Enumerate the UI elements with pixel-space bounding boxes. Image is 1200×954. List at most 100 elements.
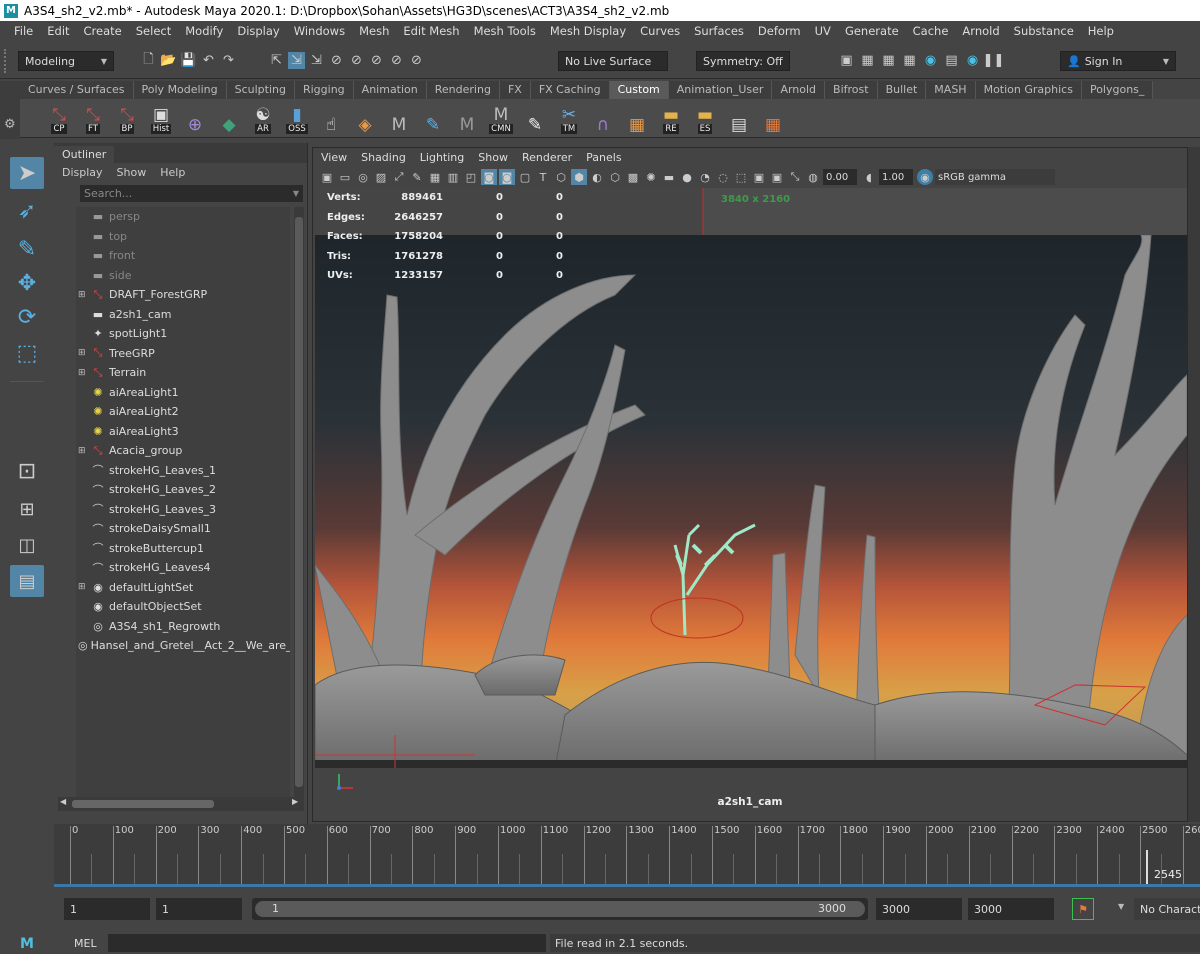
menu-edit[interactable]: Edit [47, 24, 69, 38]
textured-icon[interactable]: ▩ [625, 169, 641, 185]
snap-grid-icon[interactable]: ⊘ [328, 52, 345, 69]
xray-icon[interactable]: ▣ [751, 169, 767, 185]
hypershade-icon[interactable]: ◉ [922, 52, 939, 69]
viewport-panel[interactable]: View Shading Lighting Show Renderer Panels ▣ … [312, 147, 1188, 822]
outliner-item[interactable]: ▬ top [76, 227, 290, 247]
viewport-menu-panels[interactable]: Panels [586, 151, 621, 164]
shelf-tab-fx-caching[interactable]: FX Caching [530, 81, 610, 99]
outliner-item[interactable]: ▬ side [76, 266, 290, 286]
script-language-button[interactable]: MEL [68, 934, 108, 952]
shelf-tab-motion-graphics[interactable]: Motion Graphics [975, 81, 1082, 99]
outliner-item[interactable]: ✺ aiAreaLight2 [76, 402, 290, 422]
tm-icon[interactable]: ✂ TM [554, 102, 584, 134]
menu-uv[interactable]: UV [815, 24, 831, 38]
shelf-tab-arnold[interactable]: Arnold [772, 81, 826, 99]
m-icon[interactable]: M [384, 102, 414, 134]
smooth-shade-icon[interactable]: ⬢ [571, 169, 587, 185]
wireframe-icon[interactable]: ⬡ [553, 169, 569, 185]
gamma-icon[interactable]: ◖ [861, 169, 877, 185]
new-scene-icon[interactable]: 🗋 [140, 52, 157, 69]
time-slider[interactable]: 0 100 200 300 400 500 600 700 800 900 1000 1100 1200… [54, 824, 1200, 887]
outliner-item[interactable]: ◉ defaultObjectSet [76, 597, 290, 617]
paint-icon[interactable]: ✎ [520, 102, 550, 134]
scroll-right-icon[interactable]: ▶ [292, 797, 298, 806]
outliner-horizontal-scrollbar[interactable]: ◀ ▶ [58, 797, 304, 811]
grease-pencil-icon[interactable]: ✎ [409, 169, 425, 185]
safe-title-icon[interactable]: T [535, 169, 551, 185]
outliner-item[interactable]: ⊞ ⤡ TreeGRP [76, 344, 290, 364]
outliner-item[interactable]: ◎ Hansel_and_Gretel__Act_2__We_are_ [76, 636, 290, 656]
bp-icon[interactable]: ⤡ BP [112, 102, 142, 134]
anti-aliasing-icon[interactable]: ◌ [715, 169, 731, 185]
select-hierarchy-icon[interactable]: ⇱ [268, 52, 285, 69]
open-scene-icon[interactable]: 📂 [160, 52, 177, 69]
menu-mesh-tools[interactable]: Mesh Tools [474, 24, 536, 38]
menu-mesh[interactable]: Mesh [359, 24, 389, 38]
menu-edit-mesh[interactable]: Edit Mesh [403, 24, 459, 38]
paint-select-icon[interactable]: ✎ [10, 233, 44, 265]
field-chart-icon[interactable]: ◙ [499, 169, 515, 185]
outliner-item[interactable]: ⊞ ⤡ DRAFT_ForestGRP [76, 285, 290, 305]
outliner-item[interactable]: ◎ A3S4_sh1_Regrowth [76, 617, 290, 637]
outliner-item[interactable]: ▬ persp [76, 207, 290, 227]
viewport-menu-shading[interactable]: Shading [361, 151, 406, 164]
ft-icon[interactable]: ⤡ FT [78, 102, 108, 134]
render-view-icon[interactable]: ▣ [838, 52, 855, 69]
render-settings-icon[interactable]: ▦ [901, 52, 918, 69]
shelf-tab-bifrost[interactable]: Bifrost [825, 81, 878, 99]
outliner-item[interactable]: ✦ spotLight1 [76, 324, 290, 344]
curve-icon[interactable]: ∩ [588, 102, 618, 134]
range-slider-handle[interactable] [255, 901, 865, 917]
outliner-item[interactable]: ⊞ ⤡ Terrain [76, 363, 290, 383]
shelf-tab-curves-surfaces[interactable]: Curves / Surfaces [20, 81, 134, 99]
undo-icon[interactable]: ↶ [200, 52, 217, 69]
outliner-item[interactable]: ⌒ strokeHG_Leaves_1 [76, 461, 290, 481]
viewport-menu-lighting[interactable]: Lighting [420, 151, 464, 164]
menu-mesh-display[interactable]: Mesh Display [550, 24, 626, 38]
snap-view-icon[interactable]: ⊘ [388, 52, 405, 69]
menu-modify[interactable]: Modify [185, 24, 223, 38]
outliner-item[interactable]: ✺ aiAreaLight3 [76, 422, 290, 442]
scroll-left-icon[interactable]: ◀ [60, 797, 66, 806]
outliner-item[interactable]: ⌒ strokeHG_Leaves_2 [76, 480, 290, 500]
scroll-thumb[interactable] [72, 800, 214, 808]
tiles-icon[interactable]: ▦ [758, 102, 788, 134]
camera-attributes-icon[interactable]: ▭ [337, 169, 353, 185]
rotate-tool-icon[interactable]: ⟳ [10, 301, 44, 333]
brush-icon[interactable]: ✎ [418, 102, 448, 134]
image-plane-icon[interactable]: ▨ [373, 169, 389, 185]
viewport-scene[interactable] [315, 235, 1187, 768]
safe-action-icon[interactable]: ▢ [517, 169, 533, 185]
cmn-icon[interactable]: M CMN [486, 102, 516, 134]
menu-display[interactable]: Display [237, 24, 279, 38]
ipr-render-icon[interactable]: ▦ [880, 52, 897, 69]
shelf-tab-polygons[interactable]: Polygons_ [1081, 81, 1154, 99]
outliner-item[interactable]: ✺ aiAreaLight1 [76, 383, 290, 403]
select-object-icon[interactable]: ⇲ [288, 52, 305, 69]
target-icon[interactable]: ⊕ [180, 102, 210, 134]
isolate-select-icon[interactable]: ⬚ [733, 169, 749, 185]
outliner-item[interactable]: ⌒ strokeHG_Leaves_3 [76, 500, 290, 520]
outliner-layout-icon[interactable]: ▤ [10, 565, 44, 597]
shelf-tab-poly-modeling[interactable]: Poly Modeling [133, 81, 227, 99]
m-gray-icon[interactable]: M [452, 102, 482, 134]
wireframe-on-shaded-icon[interactable]: ⬡ [607, 169, 623, 185]
snap-surface-icon[interactable]: ⊘ [408, 52, 425, 69]
scale-tool-icon[interactable]: ⬚ [10, 337, 44, 369]
outliner-search-input[interactable]: Search... ▼ [80, 185, 303, 202]
menu-create[interactable]: Create [84, 24, 122, 38]
xray-joints-icon[interactable]: ▣ [769, 169, 785, 185]
outliner-tab[interactable]: Outliner [54, 146, 115, 163]
select-camera-icon[interactable]: ▣ [319, 169, 335, 185]
expand-icon[interactable]: ⊞ [78, 368, 90, 378]
command-input[interactable] [108, 934, 546, 952]
use-all-lights-icon[interactable]: ✺ [643, 169, 659, 185]
chevron-down-icon[interactable]: ▼ [293, 189, 299, 198]
gamma-field[interactable]: 1.00 [879, 169, 913, 185]
outliner-item[interactable]: ⊞ ⤡ Acacia_group [76, 441, 290, 461]
oss-icon[interactable]: ▮ OSS [282, 102, 312, 134]
viewport-menu-renderer[interactable]: Renderer [522, 151, 572, 164]
resolution-gate-icon[interactable]: ◰ [463, 169, 479, 185]
shadows-icon[interactable]: ▬ [661, 169, 677, 185]
film-gate-icon[interactable]: ▥ [445, 169, 461, 185]
